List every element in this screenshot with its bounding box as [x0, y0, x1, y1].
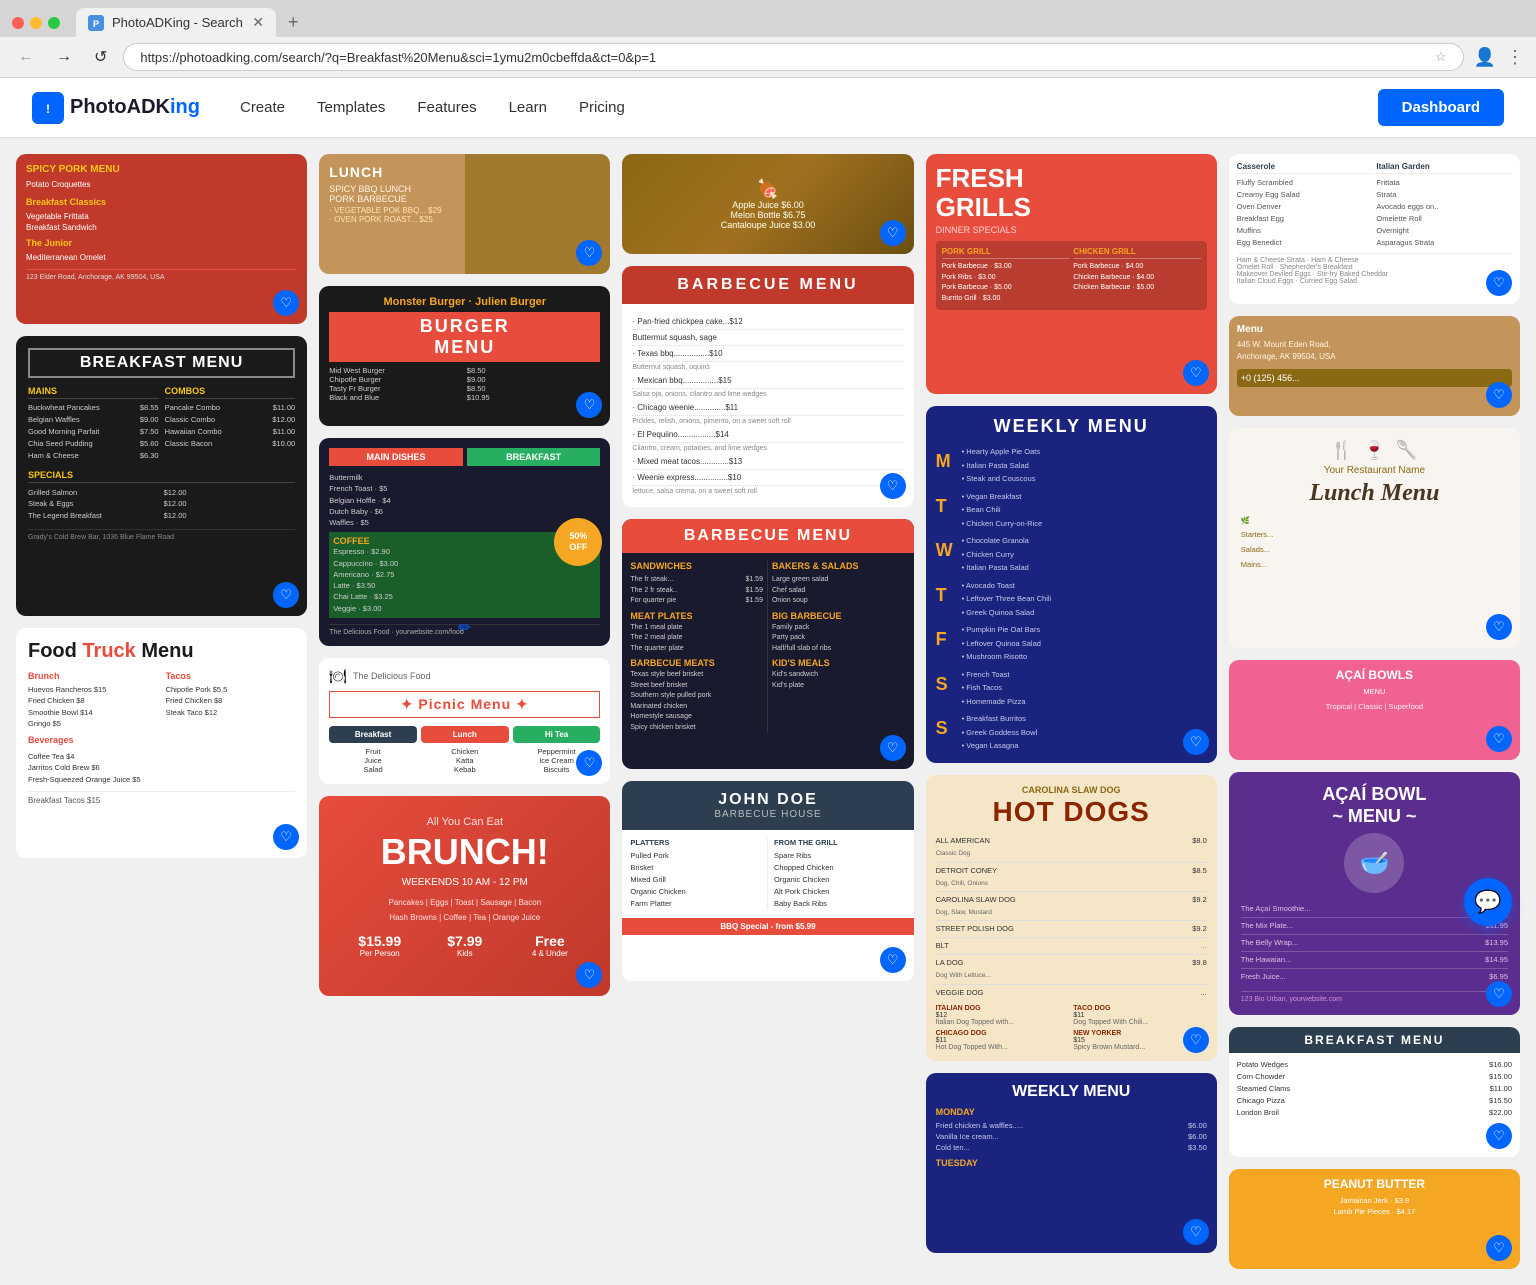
fresh-grills-card[interactable]: FRESHGRILLS DINNER SPECIALS PORK GRILL P…	[926, 154, 1217, 394]
nav-create[interactable]: Create	[240, 99, 285, 116]
bbq-menu-white-card[interactable]: BARBECUE MENU · Pan-fried chickpea cake.…	[622, 266, 913, 507]
heart-icon-10[interactable]: ♡	[880, 735, 906, 761]
heart-icon-19[interactable]: ♡	[1486, 726, 1512, 752]
logo[interactable]: ! PhotoADKing	[32, 92, 200, 124]
heart-icon-5[interactable]: ♡	[576, 392, 602, 418]
heart-icon-9[interactable]: ♡	[880, 473, 906, 499]
casserole-menu-card[interactable]: Casserole Fluffy Scrambled Creamy Egg Sa…	[1229, 154, 1520, 304]
heart-icon-15[interactable]: ♡	[1183, 1219, 1209, 1245]
minimize-window-button[interactable]	[30, 17, 42, 29]
column-5: Casserole Fluffy Scrambled Creamy Egg Sa…	[1229, 154, 1520, 1269]
burger-menu-card[interactable]: Monster Burger · Julien Burger BURGER ME…	[319, 286, 610, 426]
heart-icon-11[interactable]: ♡	[880, 947, 906, 973]
lunch-menu-elegant-card[interactable]: 🍴🍷🥄 Your Restaurant Name Lunch Menu 🌿 St…	[1229, 428, 1520, 648]
profile-icon[interactable]: 👤	[1474, 47, 1496, 68]
tab-favicon: P	[88, 15, 104, 31]
picnic-menu-card[interactable]: 🍽 The Delicious Food ✦ Picnic Menu ✦ Bre…	[319, 658, 610, 784]
breakfast-menu-bottom-card[interactable]: BREAKFAST MENU Potato Wedges$16.00 Corn …	[1229, 1027, 1520, 1157]
traffic-lights	[12, 17, 60, 29]
heart-icon-16[interactable]: ♡	[1486, 270, 1512, 296]
edit-icon[interactable]: ✏	[458, 618, 471, 638]
weekly-menu-v4-card[interactable]: WEEKLY MENU MONDAY Fried chicken & waffl…	[926, 1073, 1217, 1253]
heart-icon-3[interactable]: ♡	[273, 824, 299, 850]
nav-links: Create Templates Features Learn Pricing	[240, 99, 1378, 116]
column-1: SPICY PORK MENU Potato Croquettes Breakf…	[16, 154, 307, 1269]
bookmark-icon[interactable]: ☆	[1435, 49, 1447, 65]
url-bar[interactable]: https://photoadking.com/search/?q=Breakf…	[123, 43, 1463, 71]
forward-button[interactable]: →	[50, 46, 78, 68]
logo-icon: !	[32, 92, 64, 124]
heart-icon-21[interactable]: ♡	[1486, 1123, 1512, 1149]
john-doe-card[interactable]: JOHN DOE BARBECUE HOUSE PLATTERS Pulled …	[622, 781, 913, 981]
lunch-card[interactable]: LUNCH SPICY BBQ LUNCH PORK BARBECUE · VE…	[319, 154, 610, 274]
weekly-menu-navy-card[interactable]: WEEKLY MENU M • Hearty Apple Pie Oats• I…	[926, 406, 1217, 763]
breakfast-menu-black-card[interactable]: BREAKFAST MENU MAINS Buckwheat Pancakes$…	[16, 336, 307, 616]
url-text: https://photoadking.com/search/?q=Breakf…	[140, 50, 1435, 65]
discount-badge: 50% OFF	[554, 518, 602, 566]
back-button[interactable]: ←	[12, 46, 40, 68]
svg-text:!: !	[46, 102, 50, 116]
chat-button[interactable]: 💬	[1464, 878, 1512, 926]
acai-bowls-card[interactable]: AÇAÍ BOWLS MENU Tropical | Classic | Sup…	[1229, 660, 1520, 760]
veg-bbq-photo-card[interactable]: 🍖 Apple Juice $6.00 Melon Bottle $6.75 C…	[622, 154, 913, 254]
browser-chrome: P PhotoADKing - Search ✕ + ← → ↺ https:/…	[0, 0, 1536, 78]
active-tab[interactable]: P PhotoADKing - Search ✕	[76, 8, 276, 37]
address-bar: ← → ↺ https://photoadking.com/search/?q=…	[0, 37, 1536, 77]
tab-bar: P PhotoADKing - Search ✕ +	[0, 0, 1536, 37]
refresh-button[interactable]: ↺	[88, 45, 113, 69]
content-grid: SPICY PORK MENU Potato Croquettes Breakf…	[16, 154, 1520, 1269]
heart-icon-2[interactable]: ♡	[273, 582, 299, 608]
food-truck-card[interactable]: Food Truck Menu Brunch Huevos Rancheros …	[16, 628, 307, 858]
svg-text:P: P	[93, 19, 99, 29]
heart-icon-1[interactable]: ♡	[273, 290, 299, 316]
main-content: SPICY PORK MENU Potato Croquettes Breakf…	[0, 138, 1536, 1285]
heart-icon-20[interactable]: ♡	[1486, 981, 1512, 1007]
potato-menu-card[interactable]: SPICY PORK MENU Potato Croquettes Breakf…	[16, 154, 307, 324]
close-window-button[interactable]	[12, 17, 24, 29]
brunch-card[interactable]: All You Can Eat BRUNCH! WEEKENDS 10 AM -…	[319, 796, 610, 996]
heart-icon-22[interactable]: ♡	[1486, 1235, 1512, 1261]
site-navigation: ! PhotoADKing Create Templates Features …	[0, 78, 1536, 138]
address-card[interactable]: Menu 445 W. Mount Eden Road,Anchorage, A…	[1229, 316, 1520, 416]
nav-pricing[interactable]: Pricing	[579, 99, 625, 116]
nav-features[interactable]: Features	[417, 99, 476, 116]
logo-text: PhotoADKing	[70, 96, 200, 119]
nav-templates[interactable]: Templates	[317, 99, 385, 116]
heart-icon-18[interactable]: ♡	[1486, 614, 1512, 640]
heart-icon-13[interactable]: ♡	[1183, 729, 1209, 755]
peanut-butter-card[interactable]: PEANUT BUTTER Jamaican Jerk · $3.8 Lamb …	[1229, 1169, 1520, 1269]
heart-icon-8[interactable]: ♡	[880, 220, 906, 246]
column-3: 🍖 Apple Juice $6.00 Melon Bottle $6.75 C…	[622, 154, 913, 1269]
hot-dogs-card[interactable]: CAROLINA SLAW DOG HOT DOGS ALL AMERICANC…	[926, 775, 1217, 1061]
browser-menu-icon[interactable]: ⋮	[1506, 47, 1524, 68]
dashboard-button[interactable]: Dashboard	[1378, 89, 1504, 126]
heart-icon-12[interactable]: ♡	[1183, 360, 1209, 386]
maximize-window-button[interactable]	[48, 17, 60, 29]
breakfast-selected-card[interactable]: MAIN DISHES BREAKFAST Buttermilk French …	[319, 438, 610, 646]
heart-icon-14[interactable]: ♡	[1183, 1027, 1209, 1053]
tab-close-button[interactable]: ✕	[252, 14, 264, 31]
tab-title: PhotoADKing - Search	[112, 15, 243, 30]
heart-icon-17[interactable]: ♡	[1486, 382, 1512, 408]
heart-icon-6[interactable]: ♡	[576, 750, 602, 776]
column-4: FRESHGRILLS DINNER SPECIALS PORK GRILL P…	[926, 154, 1217, 1269]
new-tab-button[interactable]: +	[280, 8, 307, 37]
bbq-menu-dark-card[interactable]: BARBECUE MENU SANDWICHES The fr steak...…	[622, 519, 913, 769]
heart-icon-7[interactable]: ♡	[576, 962, 602, 988]
column-2: LUNCH SPICY BBQ LUNCH PORK BARBECUE · VE…	[319, 154, 610, 1269]
nav-learn[interactable]: Learn	[509, 99, 547, 116]
